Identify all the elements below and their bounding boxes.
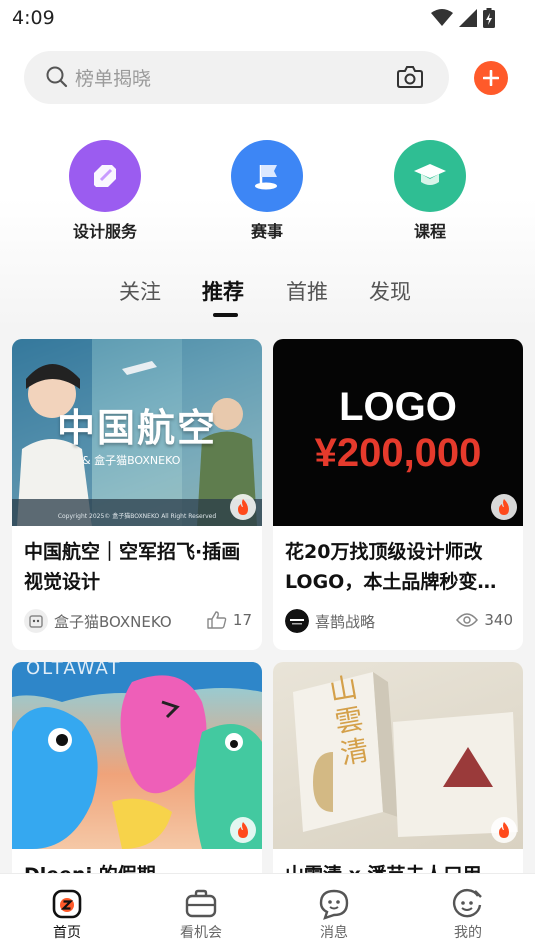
active-tab-indicator xyxy=(213,313,238,317)
like-count[interactable]: 17 xyxy=(207,611,252,629)
plus-icon xyxy=(483,70,499,86)
signal-icon xyxy=(459,9,477,27)
nav-home[interactable]: 首页 xyxy=(27,888,107,942)
cover-copyright-text: Copyright 2025© 盒子猫BOXNEKO All Right Res… xyxy=(57,513,217,520)
card-meta: 盒子猫BOXNEKO 17 xyxy=(24,609,252,633)
flag-icon xyxy=(255,165,277,190)
feed-tabs: 关注 推荐 首推 发现 xyxy=(0,276,535,320)
status-time: 4:09 xyxy=(12,7,55,29)
design-service-icon-circle xyxy=(69,140,141,212)
quick-link-design-service[interactable]: 设计服务 xyxy=(50,140,160,242)
message-icon xyxy=(319,889,349,920)
card-cover-image: OLTAWAT xyxy=(12,662,262,849)
quick-link-label: 课程 xyxy=(413,222,446,241)
cover-logo-text: LOGO xyxy=(339,385,457,429)
tab-featured[interactable]: 首推 xyxy=(286,276,328,306)
author-name[interactable]: 盒子猫BOXNEKO xyxy=(54,611,172,632)
author-avatar[interactable] xyxy=(24,609,48,633)
search-bar[interactable]: 榜单揭晓 xyxy=(24,51,449,104)
eye-icon xyxy=(456,613,479,627)
add-button[interactable] xyxy=(474,61,508,95)
pen-icon xyxy=(94,165,116,187)
nav-label: 我的 xyxy=(454,925,482,941)
cartoon-illustration xyxy=(12,662,262,849)
view-count-value: 340 xyxy=(484,611,513,629)
camera-icon[interactable] xyxy=(397,65,423,89)
status-icons xyxy=(431,8,495,28)
status-bar: 4:09 xyxy=(0,0,535,36)
cover-price-text: ¥200,000 xyxy=(314,431,482,475)
quick-link-competition[interactable]: 赛事 xyxy=(212,140,322,242)
fire-icon xyxy=(238,822,248,838)
fire-icon xyxy=(238,499,248,515)
wifi-icon xyxy=(431,9,453,26)
course-icon-circle xyxy=(394,140,466,212)
packaging-photo xyxy=(293,672,518,837)
briefcase-icon xyxy=(185,889,217,918)
cover-title-text: 中国航空 xyxy=(56,405,217,450)
fire-icon xyxy=(499,822,509,838)
bottom-navigation: 首页 看机会 消息 我的 xyxy=(0,873,535,951)
card-cover-image: 中国航空 & 盒子猫BOXNEKO Copyright 2025© 盒子猫BOX… xyxy=(12,339,262,526)
fire-icon xyxy=(499,499,509,515)
battery-icon xyxy=(483,8,495,28)
view-count: 340 xyxy=(456,611,513,629)
hot-badge xyxy=(491,494,517,520)
graduation-cap-icon xyxy=(414,164,446,185)
hot-badge xyxy=(230,817,256,843)
cover-subtitle-text: & 盒子猫BOXNEKO xyxy=(82,454,181,467)
card-title[interactable]: 花20万找顶级设计师改LOGO，本土品牌秒变… xyxy=(285,537,513,597)
quick-link-course[interactable]: 课程 xyxy=(375,140,485,242)
competition-icon-circle xyxy=(231,140,303,212)
feed-card[interactable]: LOGO ¥200,000 花20万找顶级设计师改LOGO，本土品牌秒变… 喜鹊… xyxy=(273,339,523,650)
home-icon xyxy=(52,889,82,919)
nav-label: 消息 xyxy=(320,925,348,941)
feed-card[interactable]: 中国航空 & 盒子猫BOXNEKO Copyright 2025© 盒子猫BOX… xyxy=(12,339,262,650)
hot-badge xyxy=(230,494,256,520)
card-title[interactable]: 中国航空｜空军招飞·插画视觉设计 xyxy=(24,537,252,597)
hot-badge xyxy=(491,817,517,843)
tab-discover[interactable]: 发现 xyxy=(369,276,411,306)
card-cover-image: 山雲清 xyxy=(273,662,523,849)
card-meta: 喜鹊战略 340 xyxy=(285,609,513,633)
cover-watermark-text: OLTAWAT xyxy=(26,662,122,679)
nav-messages[interactable]: 消息 xyxy=(294,888,374,942)
tab-follow[interactable]: 关注 xyxy=(119,276,161,306)
search-icon xyxy=(46,66,68,88)
author-name[interactable]: 喜鹊战略 xyxy=(315,611,375,632)
nav-profile[interactable]: 我的 xyxy=(428,888,508,942)
nav-opportunities[interactable]: 看机会 xyxy=(161,888,241,942)
search-input[interactable]: 榜单揭晓 xyxy=(75,64,151,91)
thumb-up-icon xyxy=(207,611,227,629)
nav-label: 首页 xyxy=(53,925,81,941)
author-avatar[interactable] xyxy=(285,609,309,633)
like-count-value: 17 xyxy=(232,611,252,629)
nav-label: 看机会 xyxy=(180,925,222,941)
profile-icon xyxy=(453,889,482,918)
card-cover-image: LOGO ¥200,000 xyxy=(273,339,523,526)
quick-link-label: 赛事 xyxy=(250,222,283,241)
tab-recommend[interactable]: 推荐 xyxy=(202,276,244,306)
quick-link-label: 设计服务 xyxy=(72,222,137,241)
